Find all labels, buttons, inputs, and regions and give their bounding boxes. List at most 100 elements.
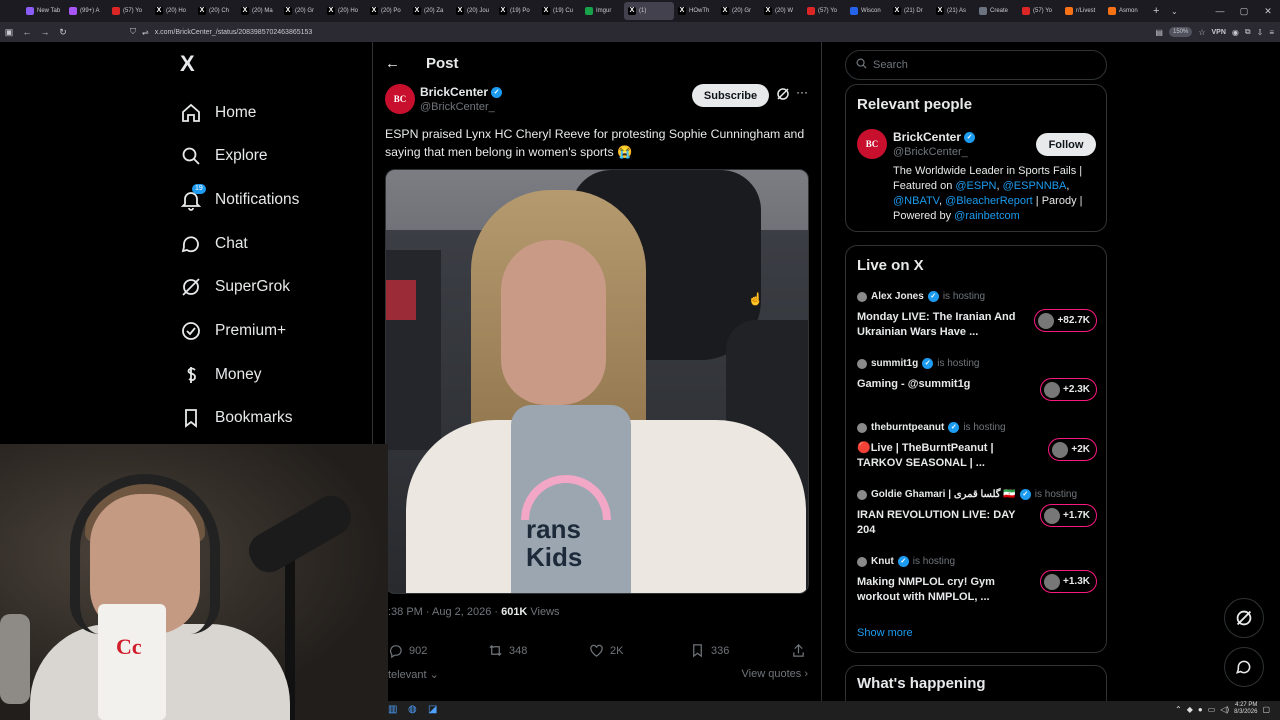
browser-tab[interactable]: Wiscon xyxy=(846,2,889,20)
tray-volume-icon[interactable]: ◁) xyxy=(1220,705,1229,714)
sidebar-toggle-icon[interactable]: ▣ xyxy=(0,27,18,38)
relevant-person-name[interactable]: BrickCenter ✓ xyxy=(893,130,976,144)
tray-network-icon[interactable]: ▭ xyxy=(1208,705,1216,714)
browser-tab[interactable]: New Tab xyxy=(22,2,65,20)
live-listener-pill[interactable]: +1.7K xyxy=(1040,504,1097,527)
reply-button[interactable]: 902 xyxy=(388,643,427,658)
view-quotes-link[interactable]: View quotes › xyxy=(742,668,808,680)
post-video[interactable]: rans Kids xyxy=(385,169,809,594)
follow-button[interactable]: Follow xyxy=(1036,133,1096,156)
browser-tab[interactable]: X (20) Ho xyxy=(323,2,366,20)
show-more-link[interactable]: Show more xyxy=(857,627,913,639)
grok-icon[interactable] xyxy=(776,87,790,101)
bio-mention-link[interactable]: @rainbetcom xyxy=(954,210,1020,222)
tray-app-icon[interactable]: ◆ xyxy=(1187,705,1193,714)
browser-tab[interactable]: X (21) Dr xyxy=(889,2,932,20)
browser-tab[interactable]: r/Livest xyxy=(1061,2,1104,20)
share-button[interactable] xyxy=(791,643,806,658)
browser-tab[interactable]: X (20) W xyxy=(760,2,803,20)
live-item[interactable]: theburntpeanut ✓ is hosting 🔴Live | TheBurn… xyxy=(857,422,1097,482)
like-button[interactable]: 2K xyxy=(589,643,623,658)
avatar[interactable]: BC xyxy=(385,84,415,114)
taskbar-steam-icon[interactable]: ◍ xyxy=(408,704,420,716)
browser-tab[interactable]: X (20) Ho xyxy=(151,2,194,20)
live-listener-pill[interactable]: +1.3K xyxy=(1040,570,1097,593)
browser-tab[interactable]: X (20) Ch xyxy=(194,2,237,20)
browser-tab[interactable]: Create xyxy=(975,2,1018,20)
nav-item-money[interactable]: Money xyxy=(180,360,262,390)
more-options-icon[interactable]: ··· xyxy=(796,85,810,99)
relevant-person-handle[interactable]: @BrickCenter_ xyxy=(893,146,968,158)
menu-icon[interactable]: ≡ xyxy=(1269,28,1274,37)
live-item[interactable]: summit1g ✓ is hosting Gaming - @summit1g +2.… xyxy=(857,358,1097,418)
chat-floating-button[interactable] xyxy=(1224,647,1264,687)
bio-mention-link[interactable]: @ESPN xyxy=(955,180,996,192)
nav-item-explore[interactable]: Explore xyxy=(180,141,268,171)
taskbar-clock[interactable]: 4:27 PM 8/3/2026 xyxy=(1234,702,1257,716)
browser-tab[interactable]: Imgur xyxy=(581,2,624,20)
site-info-icon[interactable]: ⇌ xyxy=(142,28,149,37)
taskbar-app-icon[interactable]: ▥ xyxy=(388,704,400,716)
author-handle[interactable]: @BrickCenter_ xyxy=(420,101,495,113)
forward-icon[interactable]: → xyxy=(36,27,54,37)
url-bar[interactable]: ⛉ ⇌ x.com/BrickCenter_/status/2083985702… xyxy=(130,25,1110,39)
browser-tab[interactable]: (99+) A xyxy=(65,2,108,20)
live-item[interactable]: Goldie Ghamari | گلسا قمری 🇮🇷 ✓ is hosting… xyxy=(857,489,1097,549)
browser-tab[interactable]: X (21) As xyxy=(932,2,975,20)
browser-tab[interactable]: (57) Yo xyxy=(1018,2,1061,20)
live-listener-pill[interactable]: +82.7K xyxy=(1034,309,1097,332)
live-listener-pill[interactable]: +2.3K xyxy=(1040,378,1097,401)
bio-mention-link[interactable]: @NBATV xyxy=(893,195,939,207)
new-tab-button[interactable]: + xyxy=(1153,5,1167,17)
reload-icon[interactable]: ↻ xyxy=(54,27,72,38)
browser-tab[interactable]: (57) Yo xyxy=(803,2,846,20)
nav-item-bookmarks[interactable]: Bookmarks xyxy=(180,403,293,433)
avatar[interactable]: BC xyxy=(857,129,887,159)
vpn-button[interactable]: VPN xyxy=(1212,29,1226,36)
author-name[interactable]: BrickCenter ✓ xyxy=(420,85,503,99)
nav-item-premium[interactable]: Premium+ xyxy=(180,316,286,346)
browser-tab[interactable]: X (1) xyxy=(624,2,674,20)
browser-tab[interactable]: X (19) Po xyxy=(495,2,538,20)
live-item[interactable]: Alex Jones ✓ is hosting Monday LIVE: The Ir… xyxy=(857,291,1097,351)
subscribe-button[interactable]: Subscribe xyxy=(692,84,769,107)
downloads-icon[interactable]: ⇩ xyxy=(1257,28,1264,37)
browser-tab[interactable]: X (20) Za xyxy=(409,2,452,20)
extensions-icon[interactable]: ⧉ xyxy=(1245,27,1251,37)
browser-tab[interactable]: X (20) Jou xyxy=(452,2,495,20)
post-timestamp[interactable]: :38 PM · Aug 2, 2026 · xyxy=(388,606,498,618)
x-logo[interactable]: X xyxy=(180,52,202,76)
tray-chevron-icon[interactable]: ⌃ xyxy=(1175,705,1182,714)
live-listener-pill[interactable]: +2K xyxy=(1048,438,1097,461)
browser-tab[interactable]: Asmon xyxy=(1104,2,1147,20)
tray-app-icon[interactable]: ● xyxy=(1198,705,1203,714)
account-icon[interactable]: ◉ xyxy=(1232,28,1239,37)
nav-item-home[interactable]: Home xyxy=(180,98,256,128)
nav-item-notifications[interactable]: 19 Notifications xyxy=(180,184,299,215)
browser-tab[interactable]: X (20) Gr xyxy=(717,2,760,20)
back-icon[interactable]: ← xyxy=(18,27,36,37)
zoom-level[interactable]: 150% xyxy=(1168,27,1193,37)
close-icon[interactable]: ✕ xyxy=(1256,0,1280,22)
browser-tab[interactable]: X (19) Cu xyxy=(538,2,581,20)
bookmark-star-icon[interactable]: ☆ xyxy=(1198,28,1205,37)
taskbar-app-icon[interactable]: ◪ xyxy=(428,704,440,716)
nav-item-supergrok[interactable]: SuperGrok xyxy=(180,272,290,302)
browser-tab[interactable]: (57) Yo xyxy=(108,2,151,20)
reader-view-icon[interactable]: ▤ xyxy=(1155,28,1163,37)
notification-center-icon[interactable]: ▢ xyxy=(1262,705,1270,714)
browser-tab[interactable]: X (20) Po xyxy=(366,2,409,20)
bookmark-button[interactable]: 336 xyxy=(690,643,729,658)
bio-mention-link[interactable]: @BleacherReport xyxy=(945,195,1033,207)
repost-button[interactable]: 348 xyxy=(488,643,527,658)
browser-tab[interactable]: X HOwTh xyxy=(674,2,717,20)
browser-tab[interactable]: X (20) Ma xyxy=(237,2,280,20)
minimize-icon[interactable]: — xyxy=(1208,0,1232,22)
maximize-icon[interactable]: ▢ xyxy=(1232,0,1256,22)
bio-mention-link[interactable]: @ESPNNBA xyxy=(1003,180,1067,192)
tab-list-button[interactable]: ⌄ xyxy=(1171,7,1185,16)
search-input[interactable]: Search xyxy=(845,50,1107,80)
back-arrow-icon[interactable]: ← xyxy=(385,55,413,72)
nav-item-chat[interactable]: Chat xyxy=(180,229,248,259)
browser-tab[interactable]: X (20) Gr xyxy=(280,2,323,20)
